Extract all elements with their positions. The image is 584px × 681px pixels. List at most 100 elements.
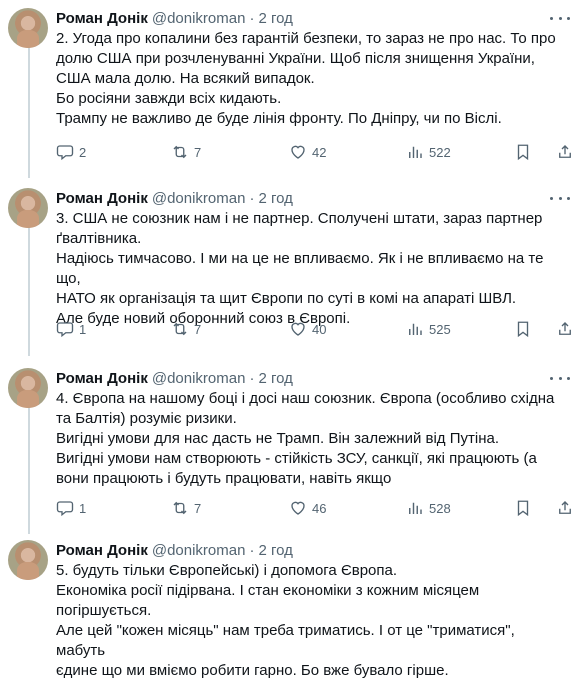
- repost-count: 7: [194, 500, 202, 516]
- like-button[interactable]: 42: [289, 142, 326, 162]
- more-dots-icon[interactable]: [550, 370, 570, 386]
- tweet-line: США мала долю. На всякий випадок.: [56, 70, 315, 87]
- views-count: 525: [429, 321, 451, 337]
- author-handle[interactable]: @donikroman: [152, 190, 246, 207]
- tweet-line: НАТО як організація та щит Європи по сут…: [56, 290, 517, 307]
- reply-button[interactable]: 1: [56, 498, 86, 518]
- speech-bubble-icon: [56, 322, 74, 338]
- views-button[interactable]: 528: [406, 498, 451, 518]
- views-button[interactable]: 525: [406, 319, 451, 339]
- views-button[interactable]: 522: [406, 142, 451, 162]
- author-handle[interactable]: @donikroman: [152, 370, 246, 387]
- reply-button[interactable]: 2: [56, 142, 86, 162]
- author-name[interactable]: Роман Донік: [56, 10, 148, 27]
- timestamp[interactable]: 2 год: [258, 10, 292, 27]
- tweet-line: єдине що ми вміємо робити гарно. Бо вже …: [56, 662, 449, 679]
- separator-dot: ·: [249, 541, 255, 559]
- more-dots-icon[interactable]: [550, 190, 570, 206]
- tweet-line: та Балтія) розуміє ризики.: [56, 410, 237, 427]
- tweet-line: долю США при розчленуванні України. Щоб …: [56, 50, 535, 67]
- share-upload-icon: [559, 501, 571, 514]
- share-upload-icon: [559, 145, 571, 158]
- bookmark-icon: [517, 500, 529, 517]
- tweet-line: 5. будуть тільки Європейські) і допомога…: [56, 562, 398, 579]
- speech-bubble-icon: [56, 501, 74, 517]
- author-name[interactable]: Роман Донік: [56, 542, 148, 559]
- heart-icon: [291, 145, 305, 159]
- tweet-line: Економіка росії підірвана. І стан економ…: [56, 582, 480, 599]
- repost-button[interactable]: 7: [171, 498, 201, 518]
- reply-count: 1: [79, 500, 87, 516]
- tweet[interactable]: Роман Донік @donikroman · 2 год 3. США н…: [0, 188, 584, 358]
- share-upload-icon: [559, 322, 571, 335]
- tweet-text: 2. Угода про копалини без гарантій безпе…: [56, 29, 568, 129]
- tweet-line: вони працюють і будуть працювати, навіть…: [56, 470, 392, 487]
- like-count: 42: [312, 144, 327, 160]
- avatar[interactable]: [8, 368, 48, 408]
- timestamp[interactable]: 2 год: [258, 190, 292, 207]
- reply-count: 2: [79, 144, 87, 160]
- views-count: 528: [429, 500, 451, 516]
- repost-arrows-icon: [173, 145, 187, 159]
- tweet-header: Роман Донік @donikroman · 2 год: [56, 368, 293, 388]
- separator-dot: ·: [249, 9, 255, 27]
- tweet-header: Роман Донік @donikroman · 2 год: [56, 8, 293, 28]
- bookmark-button[interactable]: [514, 498, 537, 518]
- tweet[interactable]: Роман Донік @donikroman · 2 год 2. Угода…: [0, 8, 584, 178]
- action-bar: 1 7 46 528: [56, 498, 571, 518]
- repost-arrows-icon: [173, 501, 187, 515]
- speech-bubble-icon: [56, 145, 74, 161]
- bookmark-icon: [517, 321, 529, 338]
- tweet-line: Вигідні умови для нас дасть не Трамп. Ві…: [56, 430, 500, 447]
- like-count: 40: [312, 321, 327, 337]
- timestamp[interactable]: 2 год: [258, 370, 292, 387]
- tweet-line: Вигідні умови нам створюють - стійкість …: [56, 450, 537, 467]
- bar-chart-icon: [409, 502, 422, 514]
- author-handle[interactable]: @donikroman: [152, 542, 246, 559]
- tweet-line: Бо росіяни завжди всіх кидають.: [56, 90, 282, 107]
- author-name[interactable]: Роман Донік: [56, 190, 148, 207]
- bookmark-button[interactable]: [514, 319, 537, 339]
- action-bar: 2 7 42 522: [56, 142, 571, 162]
- like-button[interactable]: 40: [289, 319, 326, 339]
- separator-dot: ·: [249, 189, 255, 207]
- tweet[interactable]: Роман Донік @donikroman · 2 год 5. будут…: [0, 540, 584, 679]
- author-handle[interactable]: @donikroman: [152, 10, 246, 27]
- separator-dot: ·: [249, 369, 255, 387]
- share-button[interactable]: [556, 498, 579, 518]
- repost-count: 7: [194, 321, 202, 337]
- author-name[interactable]: Роман Донік: [56, 370, 148, 387]
- bookmark-button[interactable]: [514, 142, 537, 162]
- tweet-text: 4. Європа на нашому боці і досі наш союз…: [56, 389, 568, 489]
- share-button[interactable]: [556, 319, 579, 339]
- avatar[interactable]: [8, 8, 48, 48]
- tweet-line: 4. Європа на нашому боці і досі наш союз…: [56, 390, 555, 407]
- bookmark-icon: [517, 144, 529, 161]
- tweet[interactable]: Роман Донік @donikroman · 2 год 4. Європ…: [0, 368, 584, 538]
- tweet-line: 2. Угода про копалини без гарантій безпе…: [56, 30, 556, 47]
- like-button[interactable]: 46: [289, 498, 326, 518]
- bar-chart-icon: [409, 323, 422, 335]
- heart-icon: [291, 501, 305, 515]
- tweet-text: 5. будуть тільки Європейські) і допомога…: [56, 561, 568, 681]
- views-count: 522: [429, 144, 451, 160]
- more-dots-icon[interactable]: [550, 10, 570, 26]
- tweet-line: Трампу не важливо де буде лінія фронту. …: [56, 110, 502, 127]
- repost-arrows-icon: [173, 322, 187, 336]
- tweet-line: ґвалтівника.: [56, 230, 142, 247]
- tweet-line: 3. США не союзник нам і не партнер. Спол…: [56, 210, 543, 227]
- tweet-line: Надіюсь тимчасово. І ми на це не впливає…: [56, 250, 544, 287]
- repost-button[interactable]: 7: [171, 319, 201, 339]
- tweet-header: Роман Донік @donikroman · 2 год: [56, 188, 293, 208]
- like-count: 46: [312, 500, 327, 516]
- reply-count: 1: [79, 321, 87, 337]
- avatar[interactable]: [8, 188, 48, 228]
- heart-icon: [291, 322, 305, 336]
- avatar[interactable]: [8, 540, 48, 580]
- tweet-line: Але цей "кожен місяць" нам треба тримати…: [56, 622, 515, 659]
- tweet-line: погіршується.: [56, 602, 152, 619]
- repost-button[interactable]: 7: [171, 142, 201, 162]
- timestamp[interactable]: 2 год: [258, 542, 292, 559]
- share-button[interactable]: [556, 142, 579, 162]
- reply-button[interactable]: 1: [56, 319, 86, 339]
